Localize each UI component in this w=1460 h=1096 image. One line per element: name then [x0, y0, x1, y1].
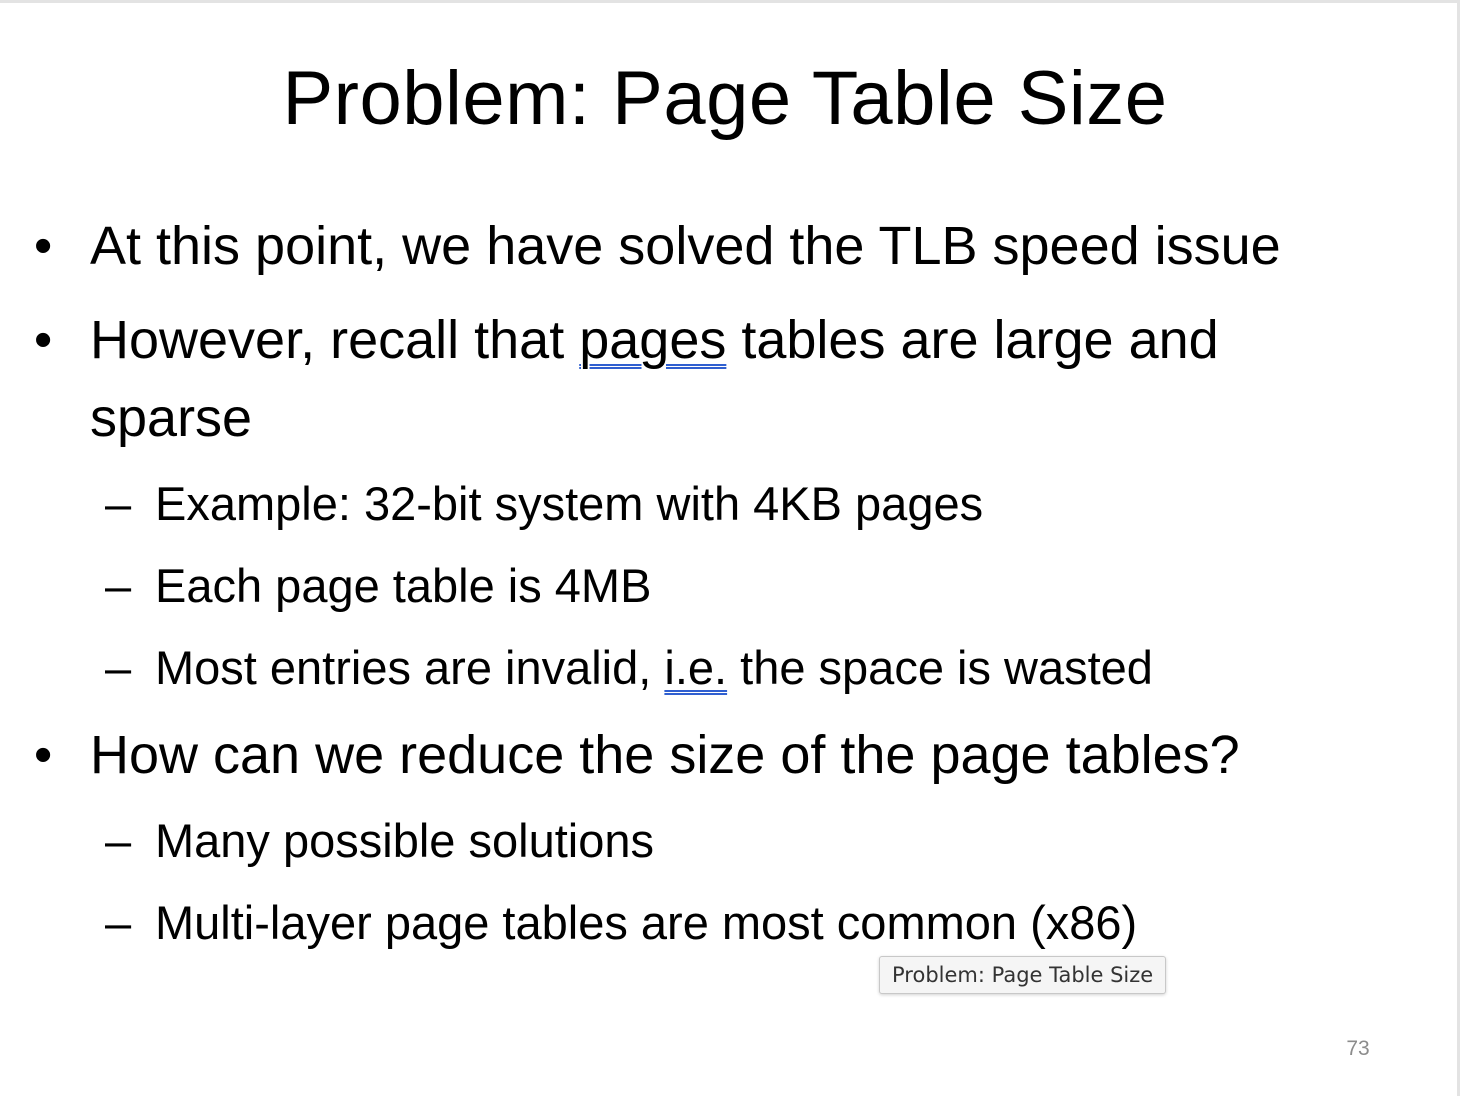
slide-page-number: 73: [1346, 1037, 1370, 1060]
sub-bullet-page-table-size: – Each page table is 4MB: [105, 554, 652, 618]
dash-marker: –: [105, 477, 132, 530]
sub-bullet-many-solutions: – Many possible solutions: [105, 809, 654, 873]
bullet-reduce-size: How can we reduce the size of the page t…: [34, 716, 1240, 794]
bullet-text-before: However, recall that: [90, 310, 580, 370]
dash-marker: –: [105, 814, 132, 867]
title-tooltip: Problem: Page Table Size: [879, 956, 1167, 994]
bullet-text: At this point, we have solved the TLB sp…: [90, 216, 1281, 276]
bullet-tlb-speed: At this point, we have solved the TLB sp…: [34, 207, 1281, 285]
sub-bullet-multi-layer: – Multi-layer page tables are most commo…: [105, 891, 1138, 955]
dash-marker: –: [105, 641, 132, 694]
dash-marker: –: [105, 896, 132, 949]
slide-title: Problem: Page Table Size: [282, 56, 1168, 141]
sub-bullet-text-before: Most entries are invalid,: [155, 641, 665, 694]
sub-bullet-text: Each page table is 4MB: [155, 559, 652, 612]
slide: Problem: Page Table Size At this point, …: [0, 0, 1460, 1096]
bullet-continuation: sparse: [90, 379, 252, 457]
sub-bullet-example: – Example: 32-bit system with 4KB pages: [105, 472, 984, 536]
spellcheck-word[interactable]: pages: [579, 310, 726, 370]
sub-bullet-text: Many possible solutions: [155, 814, 654, 867]
spellcheck-word[interactable]: i.e.: [664, 641, 727, 694]
sub-bullet-text: Multi-layer page tables are most common …: [155, 896, 1138, 949]
bullet-text-after: tables are large and: [726, 310, 1219, 370]
sub-bullet-text-after: the space is wasted: [727, 641, 1153, 694]
bullet-page-tables-large: However, recall that pages tables are la…: [34, 301, 1219, 379]
bullet-text: How can we reduce the size of the page t…: [90, 725, 1240, 785]
bullet-continuation-text: sparse: [90, 388, 253, 448]
dash-marker: –: [105, 559, 132, 612]
sub-bullet-invalid-entries: – Most entries are invalid, i.e. the spa…: [105, 636, 1153, 700]
sub-bullet-text: Example: 32-bit system with 4KB pages: [155, 477, 984, 530]
